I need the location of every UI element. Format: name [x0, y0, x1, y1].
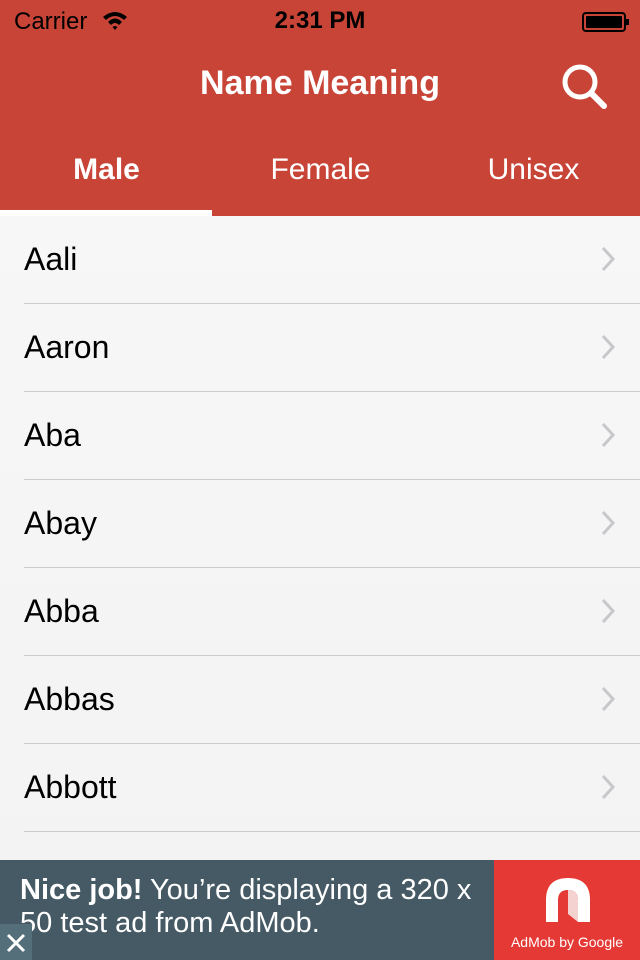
list-item-label: Abbas	[24, 681, 115, 717]
list-item[interactable]: Abay	[0, 480, 640, 568]
chevron-right-icon	[601, 246, 616, 272]
admob-logo-panel[interactable]: AdMob by Google	[494, 860, 640, 960]
tab-female-label: Female	[270, 153, 371, 186]
list-item-label: Abbott	[24, 769, 117, 805]
list-item-label: Abba	[24, 593, 99, 629]
name-list: Aali Aaron Aba Abay Abba Abbas Abbott	[0, 216, 640, 860]
status-bar: Carrier 2:31 PM	[0, 0, 640, 40]
list-item[interactable]: Aba	[0, 392, 640, 480]
search-icon[interactable]	[556, 58, 612, 114]
admob-brand-label: AdMob by Google	[510, 934, 624, 950]
list-item[interactable]: Aaron	[0, 304, 640, 392]
list-item[interactable]: Abbott	[0, 744, 640, 832]
list-item-label: Aba	[24, 417, 81, 453]
chevron-right-icon	[601, 422, 616, 448]
chevron-right-icon	[601, 334, 616, 360]
tab-bar: Male Female Unisex	[0, 132, 640, 216]
admob-logo-icon	[546, 878, 590, 922]
page-title: Name Meaning	[200, 64, 440, 102]
list-item[interactable]: Aali	[0, 216, 640, 304]
navigation-bar: Name Meaning Male Female Unisex	[0, 40, 640, 216]
tab-female[interactable]: Female	[214, 132, 427, 216]
chevron-right-icon	[601, 774, 616, 800]
list-item[interactable]: Abba	[0, 568, 640, 656]
status-time: 2:31 PM	[274, 7, 366, 34]
battery-icon	[582, 12, 629, 32]
chevron-right-icon	[601, 510, 616, 536]
list-item-label: Aaron	[24, 329, 110, 365]
chevron-right-icon	[601, 598, 616, 624]
ad-headline: Nice job!	[20, 874, 143, 906]
tab-unisex-label: Unisex	[487, 153, 580, 186]
ad-text: Nice job! You’re displaying a 320 x 50 t…	[20, 874, 490, 940]
list-item-label: Aali	[24, 241, 78, 277]
close-icon[interactable]	[0, 924, 32, 960]
chevron-right-icon	[601, 686, 616, 712]
tab-unisex[interactable]: Unisex	[427, 132, 640, 216]
list-item-label: Abay	[24, 505, 97, 541]
ad-banner[interactable]: Nice job! You’re displaying a 320 x 50 t…	[0, 860, 640, 960]
tab-male-label: Male	[73, 153, 140, 186]
list-item[interactable]: Abbas	[0, 656, 640, 744]
divider	[24, 831, 640, 832]
tab-male[interactable]: Male	[0, 132, 213, 216]
